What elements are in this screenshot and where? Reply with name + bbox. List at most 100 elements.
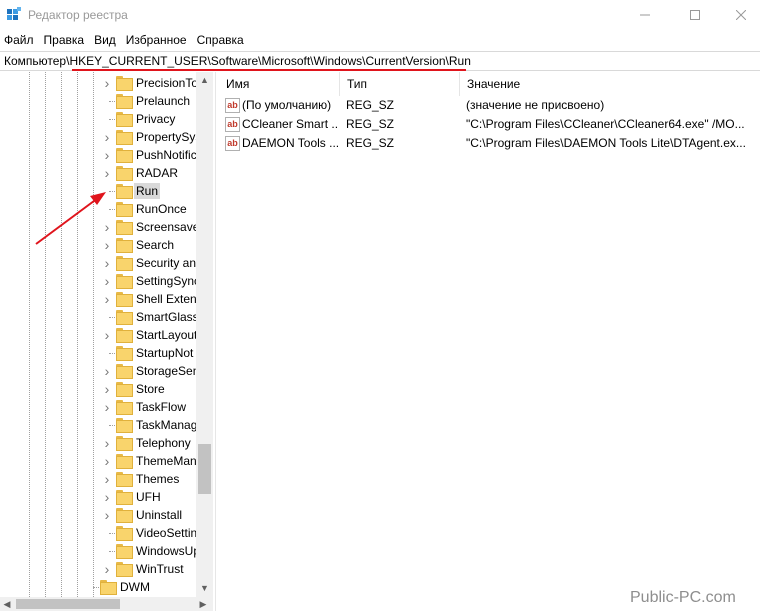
address-highlight-underline — [72, 69, 466, 71]
chevron-right-icon[interactable]: › — [102, 272, 112, 290]
tree-item[interactable]: › SettingSync — [0, 272, 200, 290]
chevron-right-icon[interactable]: › — [102, 434, 112, 452]
chevron-right-icon[interactable]: › — [102, 74, 112, 92]
tree-horizontal-scrollbar[interactable]: ◀ ▶ — [0, 597, 213, 611]
folder-icon — [116, 418, 133, 433]
value-row[interactable]: ab DAEMON Tools ... REG_SZ "C:\Program File… — [219, 134, 760, 153]
tree-item[interactable]: › PushNotific — [0, 146, 197, 164]
menu-edit[interactable]: Правка — [39, 30, 90, 50]
minimize-button[interactable] — [622, 0, 668, 30]
column-header-data[interactable]: Значение — [460, 72, 760, 96]
tree-item[interactable]: › WinTrust — [0, 560, 196, 578]
tree-item-label: VideoSettin — [136, 526, 198, 540]
menu-favorites[interactable]: Избранное — [121, 30, 192, 50]
tree-item[interactable]: › PrecisionTo — [0, 74, 198, 92]
tree-item[interactable]: › Uninstall — [0, 506, 196, 524]
tree-item-label: Telephony — [136, 436, 191, 450]
tree-item[interactable]: StartupNot — [0, 344, 196, 362]
tree-item[interactable]: › UFH — [0, 488, 196, 506]
tree-item[interactable]: › StartLayout — [0, 326, 198, 344]
tree-item[interactable]: SmartGlass — [0, 308, 199, 326]
tree-item[interactable]: WindowsUp — [0, 542, 200, 560]
tree-vertical-scrollbar[interactable]: ▲ ▼ — [196, 72, 213, 597]
folder-icon — [116, 436, 133, 451]
chevron-right-icon[interactable]: › — [102, 470, 112, 488]
reg-string-icon: ab — [225, 117, 240, 132]
chevron-right-icon[interactable]: › — [102, 254, 112, 272]
value-name: (По умолчанию) — [242, 98, 332, 112]
chevron-right-icon[interactable]: › — [102, 452, 112, 470]
scroll-up-icon[interactable]: ▲ — [196, 72, 213, 89]
folder-icon — [116, 508, 133, 523]
tree-item-label: Run — [134, 183, 161, 199]
value-type: REG_SZ — [346, 117, 395, 131]
scroll-right-icon[interactable]: ▶ — [196, 597, 210, 611]
tree-item-label: StartLayout — [136, 328, 198, 342]
chevron-right-icon[interactable]: › — [102, 398, 112, 416]
tree-item[interactable]: › TaskFlow — [0, 398, 196, 416]
value-row[interactable]: ab CCleaner Smart ... REG_SZ "C:\Program Fi… — [219, 115, 760, 134]
tree-item[interactable]: › StorageSen — [0, 362, 199, 380]
column-header-type[interactable]: Тип — [340, 72, 460, 96]
tree-item-label: SmartGlass — [136, 310, 199, 324]
tree-item[interactable]: › Store — [0, 380, 196, 398]
tree-item[interactable]: › PropertySys — [0, 128, 201, 146]
tree-item-label: PushNotific — [136, 148, 197, 162]
chevron-right-icon[interactable]: › — [102, 146, 112, 164]
chevron-right-icon[interactable]: › — [102, 560, 112, 578]
registry-tree[interactable]: › PrecisionTo Prelaunch Privacy › PropertySys… — [0, 72, 216, 611]
value-data: (значение не присвоено) — [466, 98, 605, 112]
close-button[interactable] — [718, 0, 760, 30]
chevron-right-icon[interactable]: › — [102, 128, 112, 146]
value-row[interactable]: ab (По умолчанию) REG_SZ (значение не присв… — [219, 96, 760, 115]
tree-item[interactable]: › Themes — [0, 470, 196, 488]
tree-item-label: DWM — [120, 580, 150, 594]
value-data: "C:\Program Files\DAEMON Tools Lite\DTAg… — [466, 136, 746, 150]
folder-icon — [116, 526, 133, 541]
value-name: DAEMON Tools ... — [242, 136, 338, 150]
watermark: Public-PC.com — [628, 589, 738, 607]
tree-item-label: Search — [136, 238, 175, 252]
annotation-arrow-icon — [35, 192, 106, 245]
chevron-right-icon[interactable]: › — [102, 326, 112, 344]
tree-item-label: WindowsUp — [136, 544, 201, 558]
folder-icon — [116, 130, 133, 145]
folder-icon — [116, 562, 133, 577]
scroll-down-icon[interactable]: ▼ — [196, 580, 213, 597]
tree-item[interactable]: VideoSettin — [0, 524, 198, 542]
tree-item[interactable]: › ThemeMan — [0, 452, 197, 470]
maximize-icon — [690, 10, 700, 20]
chevron-right-icon[interactable]: › — [102, 380, 112, 398]
chevron-right-icon[interactable]: › — [102, 290, 112, 308]
address-bar[interactable]: Компьютер\HKEY_CURRENT_USER\Software\Mic… — [0, 51, 760, 71]
menu-help[interactable]: Справка — [192, 30, 249, 50]
tree-item-label: RADAR — [136, 166, 179, 180]
chevron-right-icon[interactable]: › — [102, 362, 112, 380]
scroll-thumb-horizontal[interactable] — [16, 599, 120, 609]
tree-item-label: Shell Extens — [136, 292, 203, 306]
values-list[interactable]: Имя Тип Значение ab (По умолчанию) REG_SZ(… — [219, 72, 760, 611]
folder-icon — [116, 472, 133, 487]
tree-item-label: PrecisionTo — [136, 76, 199, 90]
chevron-right-icon[interactable]: › — [102, 488, 112, 506]
tree-item-label: ThemeMan — [136, 454, 197, 468]
folder-icon — [116, 328, 133, 343]
maximize-button[interactable] — [672, 0, 718, 30]
scroll-left-icon[interactable]: ◀ — [0, 597, 14, 611]
scroll-thumb[interactable] — [198, 444, 211, 494]
tree-item[interactable]: Prelaunch — [0, 92, 196, 110]
menu-view[interactable]: Вид — [89, 30, 121, 50]
tree-item[interactable]: Privacy — [0, 110, 196, 128]
chevron-right-icon[interactable]: › — [102, 164, 112, 182]
tree-item[interactable]: › Security an — [0, 254, 196, 272]
chevron-right-icon[interactable]: › — [102, 506, 112, 524]
address-path[interactable]: Компьютер\HKEY_CURRENT_USER\Software\Mic… — [4, 54, 471, 68]
tree-item[interactable]: TaskManag — [0, 416, 197, 434]
column-header-name[interactable]: Имя — [219, 72, 340, 96]
tree-item[interactable]: › Shell Extens — [0, 290, 203, 308]
close-icon — [736, 10, 746, 20]
menu-file[interactable]: Файл — [0, 30, 39, 50]
tree-item[interactable]: DWM — [0, 578, 196, 596]
tree-item[interactable]: › RADAR — [0, 164, 196, 182]
tree-item[interactable]: › Telephony — [0, 434, 196, 452]
